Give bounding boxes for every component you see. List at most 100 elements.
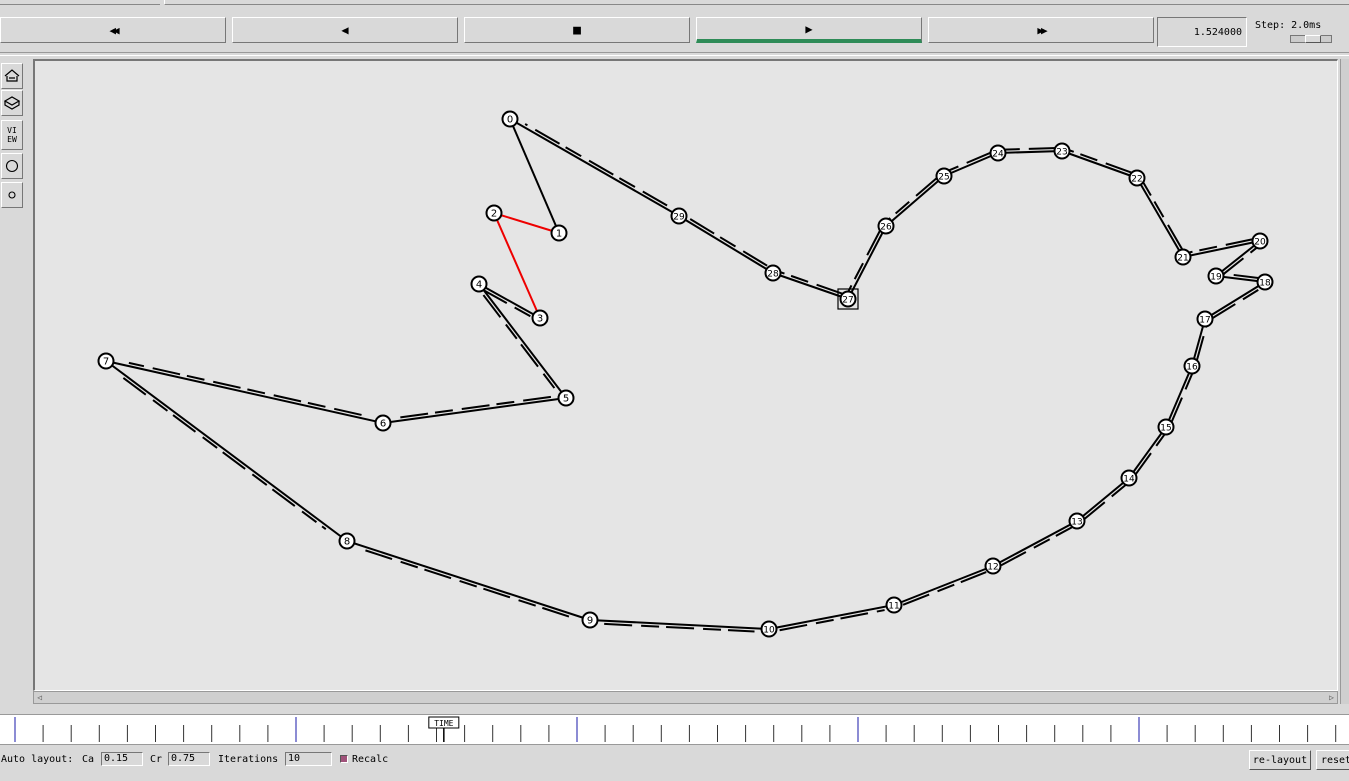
- relayout-button[interactable]: re-layout: [1249, 750, 1311, 770]
- link-28-29: [678, 215, 774, 274]
- double-left-arrow-icon: ◀◀: [109, 23, 119, 37]
- node-10[interactable]: 10: [760, 620, 778, 638]
- large-node-button[interactable]: [1, 153, 23, 179]
- right-arrow-icon: ▶: [805, 21, 813, 36]
- node-15[interactable]: 15: [1157, 418, 1175, 436]
- stop-square-icon: ■: [573, 22, 581, 38]
- node-22-label: 22: [1131, 175, 1142, 185]
- network-canvas[interactable]: 0 1 2 3 4 5 6 7 8 9 10 11 12 13 14 15 16 17 18 19 20 21 22 23 24…: [33, 59, 1338, 691]
- packet-stream-20-21: [1188, 238, 1254, 254]
- packet-stream-5-6: [397, 395, 552, 419]
- zoom-out-button[interactable]: [1, 90, 23, 116]
- menu-strip: [0, 0, 1349, 10]
- menu-tab[interactable]: [0, 0, 160, 5]
- network-graph: 0123456789101112131415161718192021222324…: [97, 110, 1274, 638]
- rewind-button[interactable]: ◀◀: [0, 17, 226, 43]
- node-20[interactable]: 20: [1251, 232, 1269, 250]
- packet-stream-26-27: [847, 229, 882, 293]
- ca-input[interactable]: 0.15: [101, 752, 143, 766]
- node-0-label: 0: [507, 115, 513, 126]
- timeline[interactable]: TIME: [0, 714, 1349, 745]
- step-slider-thumb[interactable]: [1305, 35, 1321, 43]
- node-11[interactable]: 11: [885, 596, 903, 614]
- iterations-input[interactable]: 10: [285, 752, 332, 766]
- horizontal-scrollbar[interactable]: ◁ ▷: [33, 691, 1338, 704]
- reset-button[interactable]: reset: [1316, 750, 1349, 770]
- node-22[interactable]: 22: [1128, 169, 1146, 187]
- node-1[interactable]: 1: [550, 224, 568, 242]
- node-24[interactable]: 24: [989, 144, 1007, 162]
- node-16[interactable]: 16: [1183, 357, 1201, 375]
- node-28-label: 28: [767, 270, 779, 280]
- node-2[interactable]: 2: [485, 204, 503, 222]
- node-2-label: 2: [491, 209, 497, 220]
- node-25[interactable]: 25: [935, 167, 953, 185]
- link-15-16: [1165, 365, 1193, 428]
- stop-button[interactable]: ■: [464, 17, 690, 43]
- packet-stream-10-11: [779, 609, 885, 632]
- link-25-26: [885, 175, 945, 227]
- node-18-label: 18: [1259, 279, 1271, 289]
- play-button[interactable]: ▶: [696, 17, 922, 43]
- link-2-3: [493, 212, 541, 319]
- node-13[interactable]: 13: [1068, 512, 1086, 530]
- double-right-arrow-icon: ▶▶: [1037, 23, 1047, 37]
- toolbar-separator: [0, 52, 1349, 56]
- time-value: 1.524000: [1193, 26, 1242, 38]
- zoom-in-icon: [4, 69, 20, 82]
- node-12[interactable]: 12: [984, 557, 1002, 575]
- link-17-18: [1204, 281, 1266, 320]
- vertical-scrollbar[interactable]: [1340, 59, 1349, 704]
- node-14[interactable]: 14: [1120, 469, 1138, 487]
- packet-stream-23-24: [1002, 146, 1057, 151]
- left-arrow-icon: ◀: [341, 23, 349, 37]
- node-23[interactable]: 23: [1053, 142, 1071, 160]
- link-22-23: [1061, 150, 1138, 179]
- node-5[interactable]: 5: [557, 389, 575, 407]
- scroll-right-icon[interactable]: ▷: [1326, 692, 1337, 703]
- view-button[interactable]: VI EW: [1, 120, 23, 150]
- node-8-label: 8: [344, 537, 350, 548]
- node-17[interactable]: 17: [1196, 310, 1214, 328]
- node-4[interactable]: 4: [470, 275, 488, 293]
- packet-stream-27-28: [779, 271, 844, 295]
- cr-input[interactable]: 0.75: [168, 752, 210, 766]
- step-slider[interactable]: [1290, 35, 1332, 43]
- scroll-left-icon[interactable]: ◁: [34, 692, 45, 703]
- node-21[interactable]: 21: [1174, 248, 1192, 266]
- node-4-label: 4: [476, 280, 482, 291]
- node-29[interactable]: 29: [670, 207, 688, 225]
- node-7-label: 7: [103, 357, 109, 368]
- node-1-label: 1: [556, 229, 562, 240]
- node-16-label: 16: [1186, 363, 1198, 373]
- node-18[interactable]: 18: [1256, 273, 1274, 291]
- node-19[interactable]: 19: [1207, 267, 1225, 285]
- step-back-button[interactable]: ◀: [232, 17, 458, 43]
- node-3[interactable]: 3: [531, 309, 549, 327]
- node-11-label: 11: [888, 602, 899, 612]
- node-7[interactable]: 7: [97, 352, 115, 370]
- node-0[interactable]: 0: [501, 110, 519, 128]
- node-9[interactable]: 9: [581, 611, 599, 629]
- time-display: 1.524000: [1157, 17, 1247, 47]
- packet-stream-15-16: [1170, 371, 1194, 424]
- link-14-15: [1128, 426, 1167, 479]
- node-28[interactable]: 28: [764, 264, 782, 282]
- node-6[interactable]: 6: [374, 414, 392, 432]
- step-control: Step: 2.0ms: [1250, 17, 1349, 47]
- node-26[interactable]: 26: [877, 217, 895, 235]
- small-node-button[interactable]: [1, 182, 23, 208]
- node-27[interactable]: 27: [837, 288, 859, 310]
- auto-layout-bar: Auto layout: Ca 0.15 Cr 0.75 Iterations …: [0, 748, 1349, 778]
- zoom-in-button[interactable]: [1, 63, 23, 89]
- node-21-label: 21: [1177, 254, 1188, 264]
- node-24-label: 24: [992, 150, 1004, 160]
- packet-stream-14-15: [1133, 432, 1167, 477]
- iterations-label: Iterations: [218, 754, 279, 765]
- fast-forward-button[interactable]: ▶▶: [928, 17, 1154, 43]
- circle-large-icon: [5, 159, 19, 173]
- node-8[interactable]: 8: [338, 532, 356, 550]
- recalc-checkbox[interactable]: [340, 755, 348, 763]
- time-marker[interactable]: TIME: [428, 716, 460, 742]
- link-0-1: [509, 118, 560, 234]
